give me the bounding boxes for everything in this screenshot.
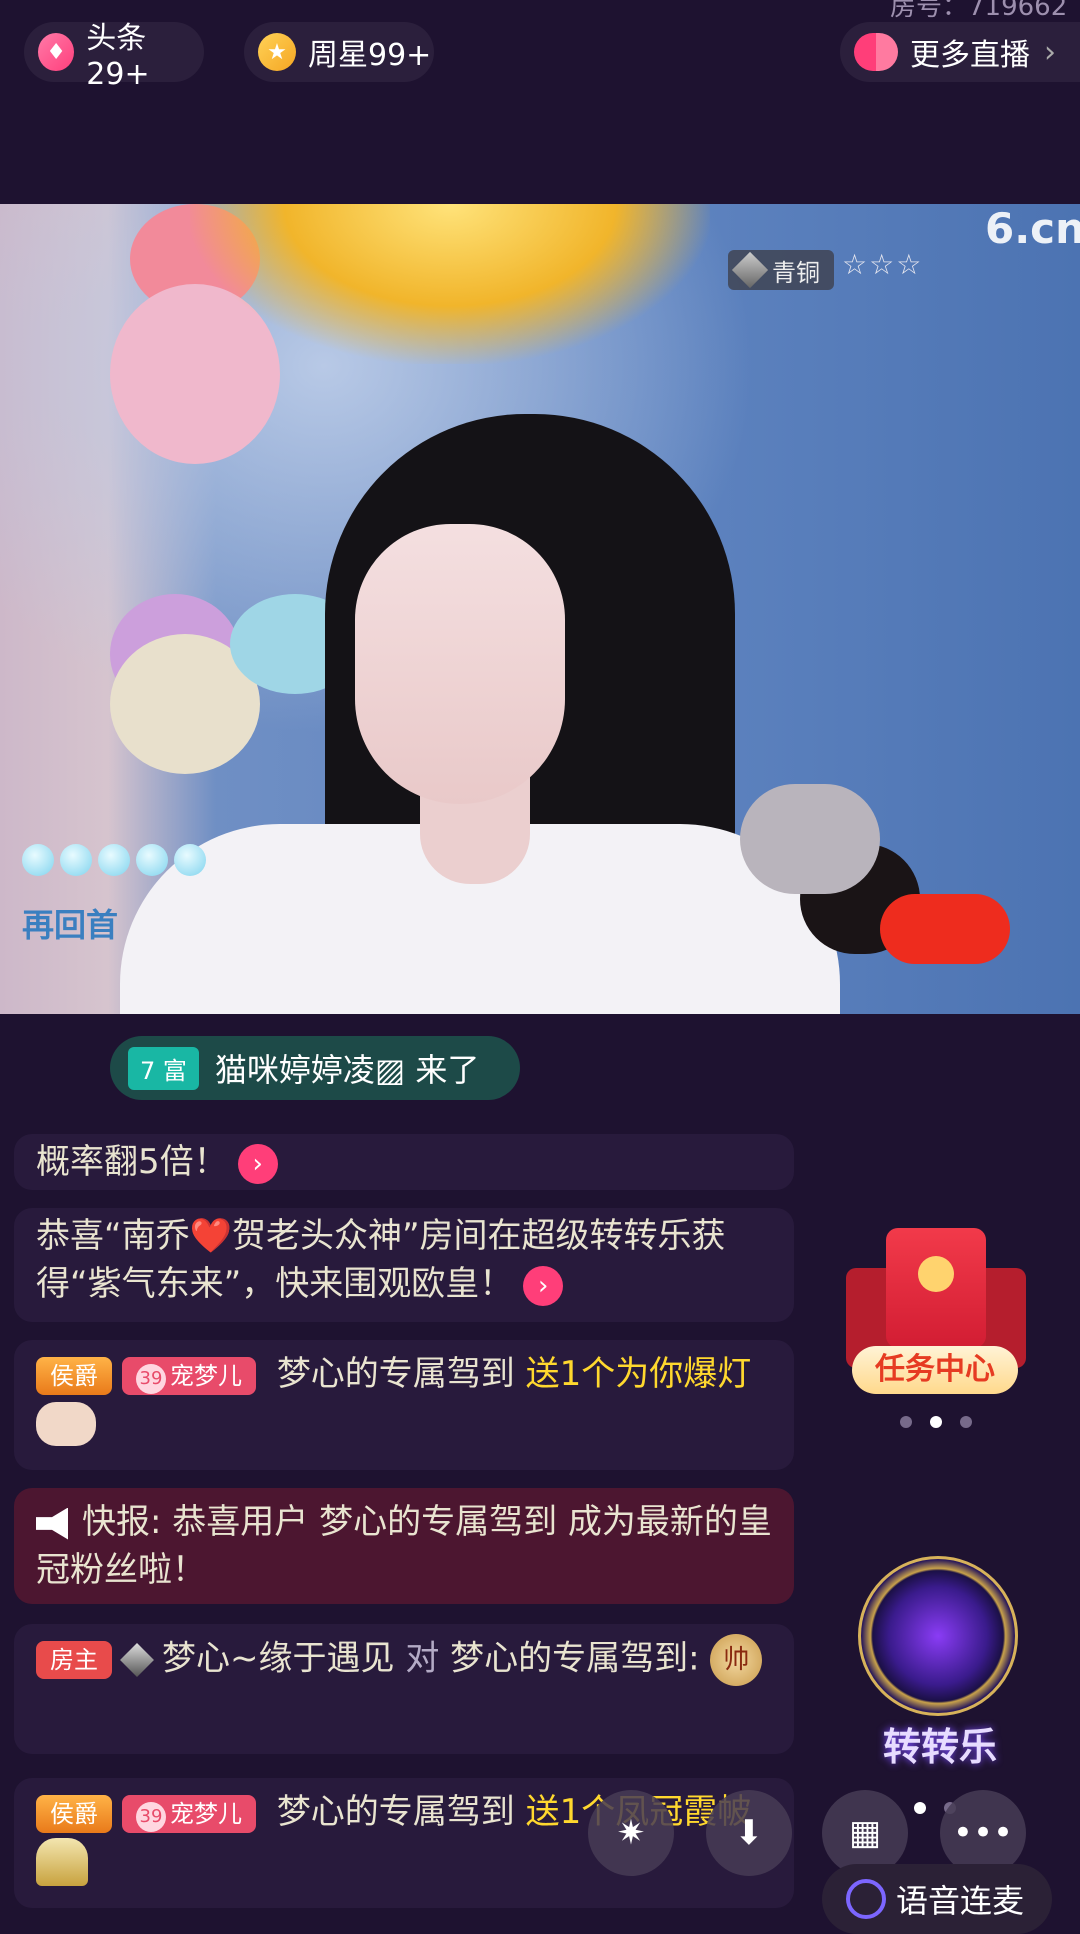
- wealth-level-badge: 7 富: [128, 1046, 199, 1090]
- alert-text: 快报: 恭喜用户 梦心的专属驾到 成为最新的皇冠粉丝啦！: [36, 1502, 772, 1590]
- chat-message[interactable]: 侯爵 39 宠梦儿 梦心的专属驾到 送1个为你爆灯: [14, 1340, 794, 1470]
- headline-label: 头条29+: [86, 20, 150, 92]
- chevron-right-icon[interactable]: ›: [237, 1143, 278, 1184]
- speaker-icon: [36, 1507, 68, 1540]
- wheel-label[interactable]: 转转乐: [850, 1716, 1030, 1771]
- flame-icon: ♦: [38, 33, 75, 71]
- message-text: 恭喜“南乔❤️贺老头众神”房间在超级转转乐获得“紫气东来”，快来围观欧皇！: [36, 1216, 726, 1304]
- link-icon: [846, 1879, 886, 1919]
- chat-message[interactable]: 恭喜“南乔❤️贺老头众神”房间在超级转转乐获得“紫气东来”，快来围观欧皇！ ›: [14, 1208, 794, 1322]
- streamer-face: [355, 524, 565, 804]
- chevron-right-icon[interactable]: ›: [523, 1265, 564, 1306]
- wheel-icon[interactable]: [858, 1556, 1018, 1716]
- sparkle-button[interactable]: ✷: [588, 1790, 674, 1876]
- diamond-icon: [731, 251, 769, 289]
- username[interactable]: 梦心~缘于遇见: [162, 1639, 395, 1679]
- song-title: 再回首: [22, 906, 119, 944]
- download-icon: ⬇: [734, 1813, 764, 1853]
- rank-badge[interactable]: 青铜: [728, 250, 834, 290]
- site-logo: 6.cn: [985, 204, 1080, 253]
- entry-text: 猫咪婷婷凌▨ 来了: [214, 1051, 480, 1089]
- connector: 对: [405, 1638, 440, 1679]
- more-icon: •••: [952, 1813, 1014, 1853]
- fan-name: 宠梦儿: [170, 1799, 242, 1828]
- rank-stars: ☆☆☆: [842, 248, 924, 281]
- rank-tag: 侯爵: [36, 1794, 112, 1833]
- weekly-star-label: 周星99+: [308, 38, 432, 73]
- rank-label: 青铜: [772, 258, 820, 287]
- fan-badge[interactable]: 39 宠梦儿: [122, 1794, 256, 1833]
- badge-icon: 帅: [710, 1634, 763, 1686]
- room-number: 房号：719662: [890, 0, 1068, 22]
- entry-notice: 7 富 猫咪婷婷凌▨ 来了: [110, 1036, 520, 1100]
- message-text: 概率翻5倍！: [36, 1142, 228, 1182]
- fan-level: 39: [136, 1363, 166, 1394]
- rank-tag: 侯爵: [36, 1356, 112, 1395]
- fan-level: 39: [136, 1801, 166, 1832]
- chat-message[interactable]: 概率翻5倍！ ›: [14, 1134, 794, 1190]
- microphone: [740, 784, 880, 894]
- broadcast-alert[interactable]: 快报: 恭喜用户 梦心的专属驾到 成为最新的皇冠粉丝啦！: [14, 1488, 794, 1604]
- star-icon: ★: [258, 33, 296, 71]
- chat-message[interactable]: 房主 梦心~缘于遇见 对 梦心的专属驾到: 帅: [14, 1624, 794, 1754]
- username[interactable]: 梦心的专属驾到: [277, 1354, 515, 1394]
- headline-button[interactable]: ♦ 头条29+: [24, 21, 204, 92]
- weekly-star-button[interactable]: ★ 周星99+: [244, 22, 434, 82]
- red-envelope-icon: [886, 1228, 986, 1348]
- lyric-progress-dots: [22, 844, 206, 876]
- more-live-button[interactable]: 更多直播 ›: [840, 22, 1080, 82]
- chevron-right-icon: ›: [1044, 34, 1056, 70]
- fan-badge[interactable]: 39 宠梦儿: [122, 1356, 256, 1395]
- ok-hand-icon: [36, 1401, 96, 1446]
- grid-icon: ▦: [848, 1813, 882, 1853]
- host-tag: 房主: [36, 1641, 112, 1679]
- live-video[interactable]: 6.cn 青铜 ☆☆☆ 再回首: [0, 204, 1080, 1014]
- gift-action: 送1个为你爆灯: [525, 1354, 752, 1394]
- username[interactable]: 梦心的专属驾到: [277, 1792, 515, 1832]
- target-user[interactable]: 梦心的专属驾到:: [450, 1639, 699, 1679]
- more-live-label: 更多直播: [910, 38, 1030, 73]
- voice-link-label: 语音连麦: [896, 1882, 1025, 1920]
- voice-link-button[interactable]: 语音连麦: [822, 1864, 1052, 1934]
- sparkle-icon: ✷: [616, 1813, 646, 1853]
- live-icon: [854, 33, 898, 71]
- chat-message[interactable]: 侯爵39宠梦儿 梦心的专属驾到 送1个凤冠霞帔: [14, 1778, 794, 1908]
- headdress-effect: [190, 204, 710, 364]
- fan-name: 宠梦儿: [170, 1361, 242, 1390]
- diamond-icon: [120, 1643, 154, 1677]
- crown-gift-icon: [36, 1837, 88, 1886]
- widget-pager[interactable]: [900, 1416, 972, 1428]
- task-center-label: 任务中心: [852, 1346, 1018, 1394]
- download-button[interactable]: ⬇: [706, 1790, 792, 1876]
- toy-plush-red: [880, 894, 1010, 964]
- task-center-button[interactable]: 任务中心: [846, 1228, 1028, 1398]
